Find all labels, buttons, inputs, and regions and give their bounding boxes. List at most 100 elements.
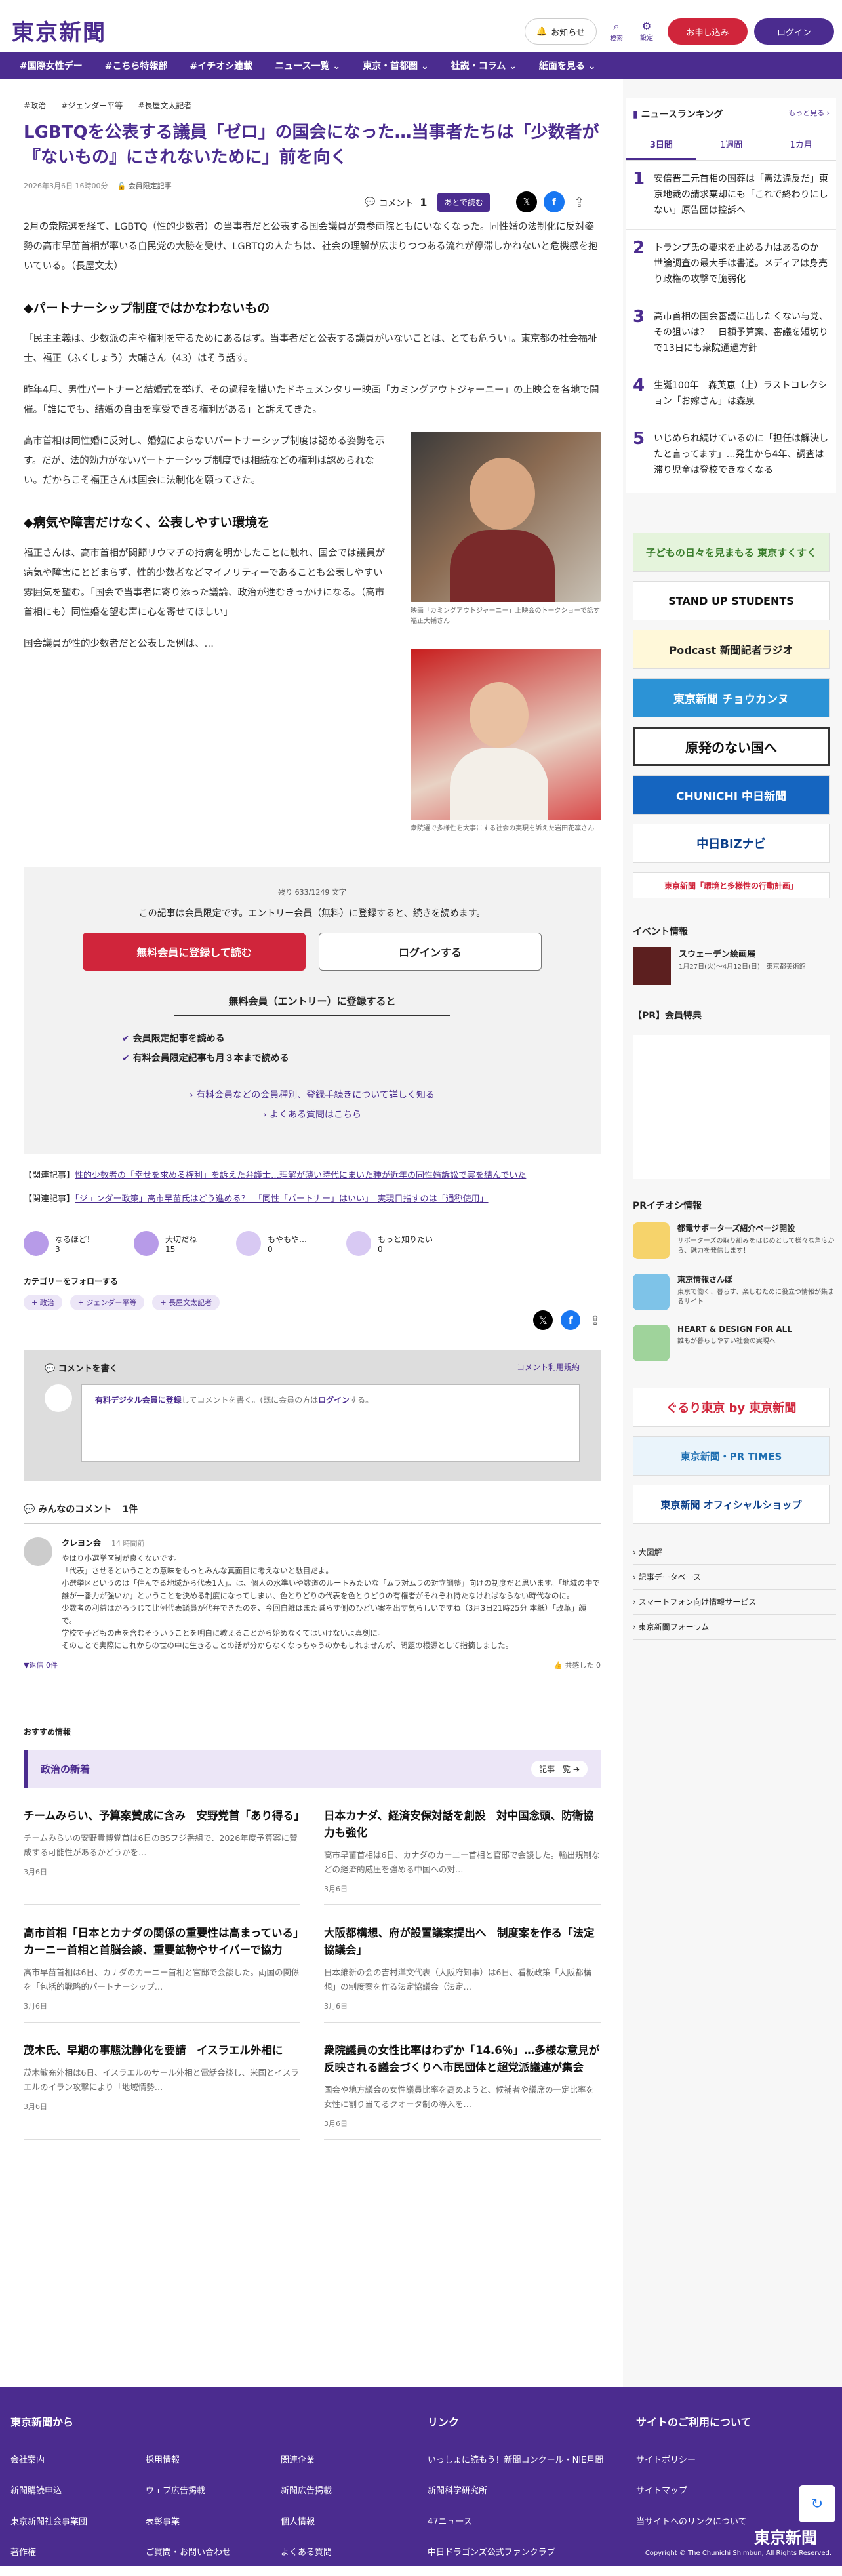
share-icon[interactable]: ⇪ xyxy=(574,194,585,210)
comment-policy-link[interactable]: コメント利用規約 xyxy=(517,1361,580,1374)
footer-link[interactable]: 東京新聞社会事業団 xyxy=(10,2514,146,2527)
footer-link[interactable]: 中日ドラゴンズ公式ファンクラブ xyxy=(428,2545,603,2558)
comment-input[interactable]: 有料デジタル会員に登録してコメントを書く。(既に会員の方はログインする。 xyxy=(81,1384,580,1462)
tab-1month[interactable]: 1カ月 xyxy=(766,130,836,160)
reaction-button[interactable]: もっと知りたい 0 xyxy=(346,1231,433,1256)
related-link[interactable]: 性的少数者の「幸せを求める権利」を訴えた弁護士…理解が薄い時代にまいた種が近年の… xyxy=(75,1171,526,1180)
footer-link[interactable]: 新聞科学研究所 xyxy=(428,2484,603,2496)
footer-link[interactable]: 47ニュース xyxy=(428,2514,603,2527)
login-button[interactable]: ログイン xyxy=(754,18,834,45)
site-header: 東京新聞 🔔 お知らせ ⌕ 検索 ⚙ 設定 お申し込み ログイン xyxy=(0,0,842,52)
ranking-item[interactable]: 1 安倍晋三元首相の国葬は「憲法違反だ」東京地裁の請求棄却にも「これで終わりにしな… xyxy=(626,161,836,230)
ranking-item[interactable]: 5 いじめられ続けているのに「担任は解決したと言ってます」…発生から4年、調査は滞… xyxy=(626,420,836,489)
news-card[interactable]: 大阪都構想、府が設置議案提出へ 制度案を作る「法定協議会」 日本維新の会の吉村洋文… xyxy=(324,1925,601,2023)
share-icon[interactable]: ⇪ xyxy=(590,1312,601,1328)
footer-link[interactable]: 新聞広告掲載 xyxy=(281,2484,416,2496)
tag-link[interactable]: #政治 xyxy=(24,101,46,110)
footer-link[interactable]: 個人情報 xyxy=(281,2514,416,2527)
footer-link[interactable]: 著作権 xyxy=(10,2545,146,2558)
pr-info-item[interactable]: HEART & DESIGN FOR ALL 誰もが暮らしやすい社会の実現へ xyxy=(633,1325,836,1361)
footer-link[interactable]: 関連企業 xyxy=(281,2453,416,2465)
footer-link[interactable]: サイトポリシー xyxy=(636,2453,752,2465)
recaptcha-icon[interactable]: ↻ xyxy=(799,2485,835,2522)
news-card[interactable]: 高市首相「日本とカナダの関係の重要性は高まっている」カーニー首相と首脳会談、重要… xyxy=(24,1925,300,2023)
apply-button[interactable]: お申し込み xyxy=(668,18,748,45)
banner-shop[interactable]: 東京新聞 オフィシャルショップ xyxy=(633,1485,830,1524)
register-button[interactable]: 無料会員に登録して読む xyxy=(83,933,306,971)
event-item[interactable]: スウェーデン絵画展 1月27日(火)〜4月12日(日) 東京都美術館 xyxy=(626,947,836,985)
follow-tag-button[interactable]: + ジェンダー平等 xyxy=(70,1295,145,1310)
banner-prtimes[interactable]: 東京新聞・PR TIMES xyxy=(633,1436,830,1476)
tab-1week[interactable]: 1週間 xyxy=(696,130,767,160)
comment-user[interactable]: クレヨン会 xyxy=(62,1539,101,1548)
footer-link[interactable]: ご質問・お問い合わせ xyxy=(146,2545,281,2558)
banner-genpatsu[interactable]: 原発のない国へ xyxy=(633,727,830,766)
article-photo-1[interactable] xyxy=(411,432,601,602)
footer-link[interactable]: 表彰事業 xyxy=(146,2514,281,2527)
news-card[interactable]: 茂木氏、早期の事態沈静化を要請 イスラエル外相に 茂木敏充外相は6日、イスラエルの… xyxy=(24,2042,300,2140)
banner-environment[interactable]: 東京新聞「環境と多様性の行動計画」 xyxy=(633,872,830,898)
nav-item[interactable]: #国際女性デー xyxy=(20,59,83,72)
facebook-share-icon[interactable]: f xyxy=(543,191,565,212)
notice-button[interactable]: 🔔 お知らせ xyxy=(525,18,597,45)
footer-link[interactable]: 当サイトへのリンクについて xyxy=(636,2514,752,2527)
banner-chunichi[interactable]: CHUNICHI 中日新聞 xyxy=(633,775,830,815)
footer-link[interactable]: 会社案内 xyxy=(10,2453,146,2465)
banner-podcast[interactable]: Podcast 新聞記者ラジオ xyxy=(633,630,830,669)
footer-link[interactable]: サイトマップ xyxy=(636,2484,752,2496)
x-share-icon[interactable]: 𝕏 xyxy=(533,1310,553,1330)
footer-logo[interactable]: 東京新聞 xyxy=(754,2525,817,2548)
login-read-button[interactable]: ログインする xyxy=(319,933,542,971)
article-photo-2[interactable] xyxy=(411,649,601,820)
nav-item[interactable]: 社説・コラム ⌄ xyxy=(451,59,517,72)
x-share-icon[interactable]: 𝕏 xyxy=(515,191,537,212)
pr-info-item[interactable]: 東京情報さんぽ 東京で働く、暮らす、楽しむために役立つ情報が集まるサイト xyxy=(633,1274,836,1310)
like-button[interactable]: 👍 共感した 0 xyxy=(553,1660,601,1670)
tab-3days[interactable]: 3日間 xyxy=(626,130,696,160)
banner-biznavi[interactable]: 中日BIZナビ xyxy=(633,824,830,863)
news-card[interactable]: 衆院議員の女性比率はわずか「14.6％」…多様な意見が反映される議会づくりへ市民… xyxy=(324,2042,601,2140)
sidebar-link[interactable]: › スマートフォン向け情報サービス xyxy=(633,1590,836,1615)
nav-item[interactable]: 東京・首都圏 ⌄ xyxy=(363,59,429,72)
reaction-button[interactable]: もやもや… 0 xyxy=(236,1231,307,1256)
faq-link[interactable]: › よくある質問はこちら xyxy=(83,1108,542,1121)
banner-gururi[interactable]: ぐるり東京 by 東京新聞 xyxy=(633,1388,830,1427)
sidebar-link[interactable]: › 東京新聞フォーラム xyxy=(633,1615,836,1640)
tag-link[interactable]: #ジェンダー平等 xyxy=(61,101,123,110)
ranking-more-link[interactable]: もっと見る › xyxy=(788,108,830,121)
footer-link[interactable]: ウェブ広告掲載 xyxy=(146,2484,281,2496)
footer-link[interactable]: 採用情報 xyxy=(146,2453,281,2465)
follow-tag-button[interactable]: + 政治 xyxy=(24,1295,62,1310)
reaction-button[interactable]: 大切だね 15 xyxy=(134,1231,197,1256)
sidebar-link[interactable]: › 記事データベース xyxy=(633,1565,836,1590)
sidebar-link[interactable]: › 大図解 xyxy=(633,1540,836,1565)
nav-item[interactable]: #イチオシ連載 xyxy=(190,59,252,72)
banner-chokanu[interactable]: 東京新聞 チョウカンヌ xyxy=(633,678,830,717)
search-button[interactable]: ⌕ 検索 xyxy=(603,20,630,43)
follow-tag-button[interactable]: + 長屋文太記者 xyxy=(152,1295,220,1310)
news-card[interactable]: チームみらい、予算案賛成に含み 安野党首「あり得る」 チームみらいの安野貴博党首は… xyxy=(24,1807,305,1905)
nav-item[interactable]: ニュース一覧 ⌄ xyxy=(275,59,340,72)
settings-button[interactable]: ⚙ 設定 xyxy=(633,20,660,42)
ranking-item[interactable]: 4 生誕100年 森英恵（上）ラストコレクション「お嫁さん」は森泉 xyxy=(626,367,836,420)
related-link[interactable]: 「ジェンダー政策」高市早苗氏はどう進める？ 「同性「パートナー」はいい」 実現目… xyxy=(75,1194,489,1204)
news-card[interactable]: 日本カナダ、経済安保対話を創設 対中国念頭、防衛協力も強化 高市早苗首相は6日、カ… xyxy=(324,1807,601,1905)
politics-more-link[interactable]: 記事一覧 ➔ xyxy=(531,1761,588,1777)
membership-info-link[interactable]: › 有料会員などの会員種別、登録手続きについて詳しく知る xyxy=(83,1088,542,1101)
site-logo[interactable]: 東京新聞 xyxy=(12,14,106,47)
banner-sukusuku[interactable]: 子どもの日々を見まもる 東京すくすく xyxy=(633,533,830,572)
ranking-item[interactable]: 3 高市首相の国会審議に出したくない与党、その狙いは？ 日額予算案、審議を短切りで… xyxy=(626,298,836,367)
nav-item[interactable]: #こちら特報部 xyxy=(105,59,168,72)
reaction-button[interactable]: なるほど！ 3 xyxy=(24,1231,94,1256)
ranking-item[interactable]: 2 トランプ氏の要求を止める力はあるのか 世論調査の最大手は書道。メディアは身売り… xyxy=(626,230,836,298)
footer-link[interactable]: よくある質問 xyxy=(281,2545,416,2558)
read-later-button[interactable]: あとで読む xyxy=(437,192,490,212)
reply-button[interactable]: ▼返信 0件 xyxy=(24,1660,58,1670)
nav-item[interactable]: 紙面を見る ⌄ xyxy=(539,59,596,72)
pr-info-item[interactable]: 都電サポーターズ紹介ページ開設 サポーターズの取り組みをはじめとして様々な角度から… xyxy=(633,1222,836,1259)
facebook-share-icon[interactable]: f xyxy=(561,1310,581,1330)
banner-standup[interactable]: STAND UP STUDENTS xyxy=(633,581,830,620)
footer-link[interactable]: いっしょに読もう！新聞コンクール・NIE月間 xyxy=(428,2453,603,2465)
footer-link[interactable]: 新聞購読申込 xyxy=(10,2484,146,2496)
tag-link[interactable]: #長屋文太記者 xyxy=(138,101,191,110)
